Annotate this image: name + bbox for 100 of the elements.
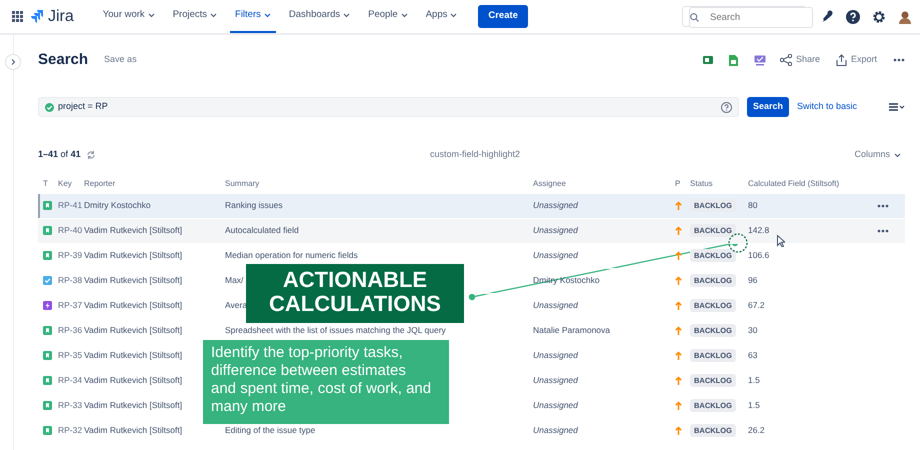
reporter-name: Vadim Rutkevich [Stiltsoft]: [84, 250, 182, 260]
calculated-value: 96: [748, 275, 758, 286]
issue-key[interactable]: RP-39: [58, 250, 82, 260]
settings-icon[interactable]: [872, 10, 886, 24]
columns-button[interactable]: Columns: [854, 148, 901, 162]
logo-text[interactable]: Jira: [48, 4, 74, 28]
nav-tab[interactable]: Your work: [98, 0, 160, 33]
nav-tab[interactable]: Dashboards: [284, 0, 356, 33]
assignee-name: Unassigned: [533, 225, 578, 236]
calculated-value: 1.5: [748, 400, 760, 410]
calculated-value: 1.5: [748, 375, 760, 386]
issue-key[interactable]: RP-32: [58, 425, 82, 436]
sidebar-toggle-icon[interactable]: [5, 54, 21, 70]
search-icon: [690, 13, 699, 22]
story-icon: [43, 351, 52, 360]
column-header[interactable]: P: [675, 178, 680, 188]
calculated-value: 106.6: [748, 250, 770, 260]
column-header[interactable]: Key: [58, 178, 72, 188]
search-field[interactable]: Search: [689, 7, 813, 28]
result-count: 1–41 of 41: [38, 148, 81, 162]
nav-tab[interactable]: Filters: [230, 0, 276, 33]
story-icon: [43, 251, 52, 260]
issue-key[interactable]: RP-35: [58, 350, 82, 360]
issue-key[interactable]: RP-33: [58, 400, 82, 410]
more-icon[interactable]: [893, 58, 905, 62]
column-header[interactable]: Reporter: [84, 178, 116, 188]
save-as-link[interactable]: Save as: [104, 53, 137, 67]
search-button[interactable]: Search: [746, 97, 789, 117]
issue-summary[interactable]: Ranking issues: [225, 200, 283, 210]
assignee-name: Unassigned: [533, 300, 578, 310]
priority-arrow-icon: [675, 226, 682, 235]
priority-arrow-icon: [675, 301, 682, 310]
caret-icon: [894, 152, 901, 158]
reporter-name: Vadim Rutkevich [Stiltsoft]: [84, 425, 182, 436]
story-icon: [43, 326, 52, 335]
assignee-name: Unassigned: [533, 250, 578, 260]
monitor-icon[interactable]: [754, 54, 766, 66]
assignee-name: Unassigned: [533, 375, 578, 386]
caret-icon: [400, 13, 408, 18]
page-title: Search: [38, 50, 88, 70]
priority-arrow-icon: [675, 351, 682, 360]
column-header[interactable]: Calculated Field (Stiltsoft): [748, 178, 840, 188]
caret-icon: [264, 13, 271, 18]
logo-icon[interactable]: [31, 10, 44, 23]
issue-key[interactable]: RP-38: [58, 275, 82, 286]
issue-summary[interactable]: Max/: [225, 275, 244, 286]
task-icon: [43, 276, 52, 285]
reporter-name: Dmitry Kostochko: [84, 200, 151, 210]
nav-tab[interactable]: People: [363, 0, 413, 33]
priority-arrow-icon: [675, 251, 682, 260]
reporter-name: Vadim Rutkevich [Stiltsoft]: [84, 350, 182, 360]
assignee-name: Unassigned: [533, 200, 578, 210]
reporter-name: Vadim Rutkevich [Stiltsoft]: [84, 275, 182, 286]
issue-summary[interactable]: Spreadsheet with the list of issues matching the JQL query: [225, 325, 446, 336]
app-switcher-icon[interactable]: [12, 11, 23, 22]
issue-summary[interactable]: Editing of the issue type: [225, 425, 316, 436]
help-icon[interactable]: [846, 10, 860, 24]
column-header[interactable]: Status: [690, 178, 713, 188]
priority-arrow-icon: [675, 201, 682, 210]
calculated-value: 80: [748, 200, 758, 210]
column-header[interactable]: T: [43, 178, 48, 188]
nav-tab[interactable]: Apps: [420, 0, 462, 33]
priority-arrow-icon: [675, 326, 682, 335]
issue-key[interactable]: RP-36: [58, 325, 82, 336]
query-field[interactable]: project = RP: [38, 97, 739, 117]
assignee-name: Natalie Paramonova: [533, 325, 610, 336]
export-button[interactable]: Export: [836, 53, 877, 67]
refresh-icon[interactable]: [86, 150, 96, 160]
epic-icon: [43, 301, 52, 310]
nav-tab[interactable]: Projects: [168, 0, 222, 33]
issue-summary[interactable]: Median operation for numeric fields: [225, 250, 358, 260]
calculated-value: 63: [748, 350, 758, 360]
assignee-name: Unassigned: [533, 350, 578, 360]
sheet-icon[interactable]: [728, 54, 738, 66]
create-button[interactable]: Create: [478, 5, 528, 28]
more-icon[interactable]: [877, 228, 889, 232]
column-header[interactable]: Summary: [225, 178, 260, 188]
priority-arrow-icon: [675, 276, 682, 285]
column-header[interactable]: Assignee: [533, 178, 566, 188]
issue-summary[interactable]: Autocalculated field: [225, 225, 299, 236]
filter-name: custom-field-highlight2: [430, 149, 520, 160]
cursor-icon: [777, 235, 785, 247]
calculated-value: 67.2: [748, 300, 765, 310]
calculated-value: 26.2: [748, 425, 765, 436]
issue-key[interactable]: RP-34: [58, 375, 82, 386]
share-button[interactable]: Share: [780, 53, 820, 67]
story-icon: [43, 201, 52, 210]
switch-to-basic-link[interactable]: Switch to basic: [796, 100, 857, 114]
issue-key[interactable]: RP-37: [58, 300, 82, 310]
story-icon: [43, 376, 52, 385]
assignee-name: Unassigned: [533, 400, 578, 410]
caret-icon: [450, 13, 458, 18]
spreadsheet-icon[interactable]: [702, 55, 713, 65]
caret-icon: [210, 13, 218, 18]
calculated-value: 30: [748, 325, 758, 336]
list-view-icon[interactable]: [889, 103, 905, 111]
caret-icon: [343, 13, 350, 18]
priority-arrow-icon: [675, 376, 682, 385]
avatar-icon[interactable]: [898, 10, 912, 24]
more-icon[interactable]: [877, 204, 889, 208]
